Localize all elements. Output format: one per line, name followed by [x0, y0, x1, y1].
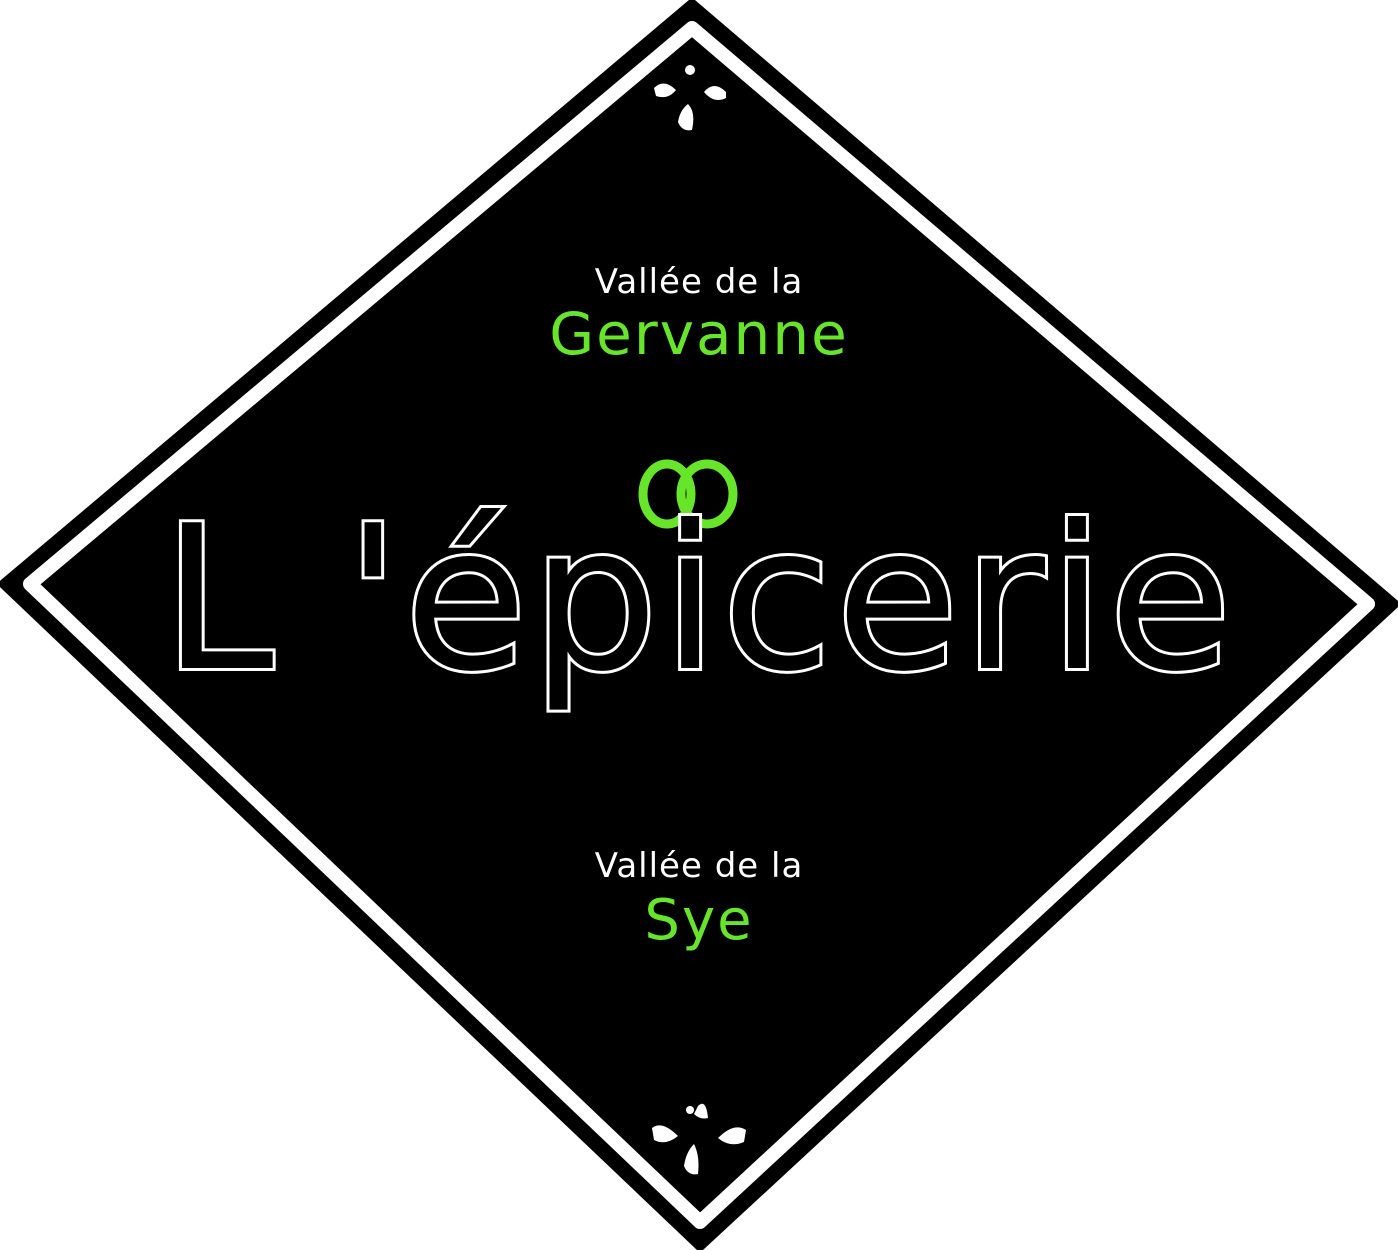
top-label-line2: Gervanne: [549, 300, 849, 368]
bottom-label-line1: Vallée de la: [594, 846, 804, 886]
top-label-line1: Vallée de la: [594, 262, 804, 302]
main-title: L 'épicerie: [159, 483, 1236, 716]
bottom-label-line2: Sye: [644, 888, 754, 953]
logo-canvas: Vallée de la Gervanne L 'épicerie Vallée…: [0, 0, 1398, 1250]
